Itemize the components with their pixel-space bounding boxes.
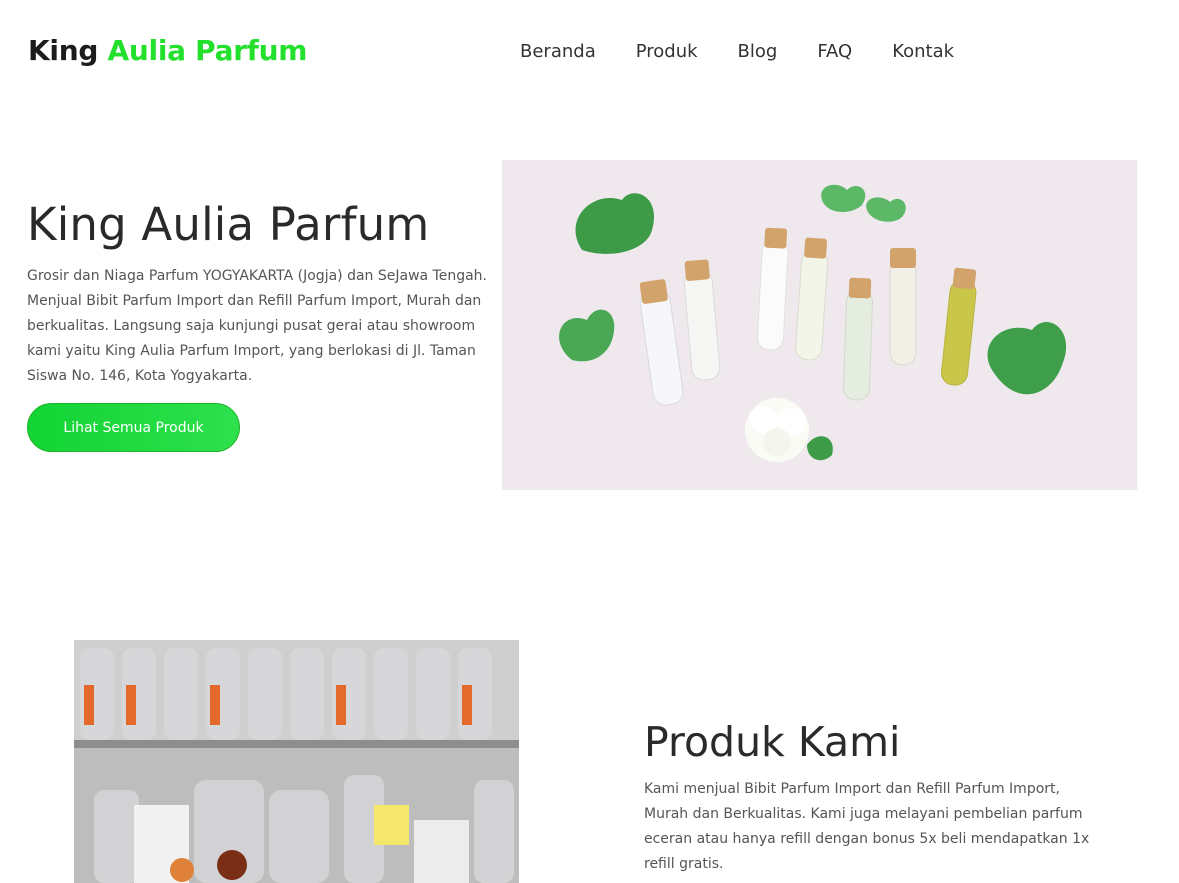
hero-image: [502, 160, 1137, 490]
nav-blog[interactable]: Blog: [738, 41, 778, 62]
hero-description: Grosir dan Niaga Parfum YOGYAKARTA (Jogj…: [27, 268, 487, 384]
products-section-title: Produk Kami: [644, 718, 901, 766]
product-shelf-image: [74, 640, 519, 883]
products-section-description: Kami menjual Bibit Parfum Import dan Ref…: [644, 781, 1090, 872]
hero-title: King Aulia Parfum: [27, 198, 430, 251]
main-nav: Beranda Produk Blog FAQ Kontak: [520, 41, 994, 62]
site-logo[interactable]: King Aulia Parfum: [28, 34, 307, 67]
perfume-vials-illustration: [502, 160, 1137, 490]
nav-beranda[interactable]: Beranda: [520, 41, 596, 62]
perfume-bottles-shelf-illustration: [74, 640, 519, 883]
view-all-products-button[interactable]: Lihat Semua Produk: [27, 403, 240, 452]
logo-text-king: King: [28, 34, 99, 67]
nav-kontak[interactable]: Kontak: [892, 41, 954, 62]
logo-text-brand: Aulia Parfum: [107, 34, 308, 67]
nav-faq[interactable]: FAQ: [817, 41, 852, 62]
nav-produk[interactable]: Produk: [636, 41, 698, 62]
